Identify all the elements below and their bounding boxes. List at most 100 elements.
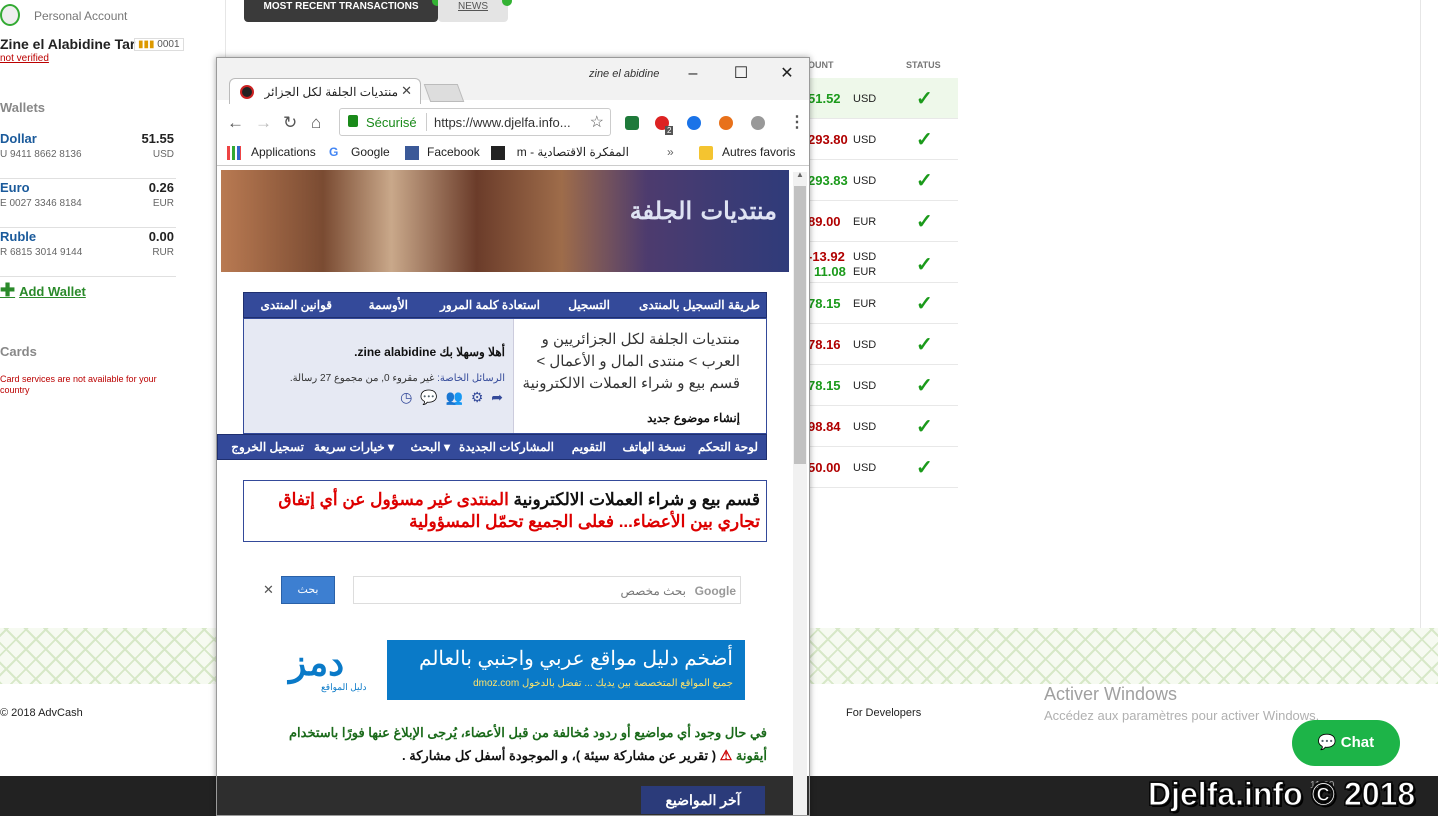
transaction-row[interactable]: 78.15 USD ✓ bbox=[808, 365, 958, 406]
transaction-currency-secondary: EUR bbox=[853, 266, 877, 278]
bookmark-google[interactable]: Google bbox=[351, 145, 390, 159]
transaction-row[interactable]: 98.84 USD ✓ bbox=[808, 406, 958, 447]
wallet-euro[interactable]: Euro E 0027 3346 8184 0.26 EUR bbox=[0, 180, 176, 228]
transaction-amount: 293.83 bbox=[808, 173, 848, 188]
new-tab-button[interactable] bbox=[423, 84, 465, 102]
wallet-name[interactable]: Euro bbox=[0, 180, 30, 195]
forward-arrow-icon[interactable]: → bbox=[255, 113, 272, 133]
wallet-dollar[interactable]: Dollar U 9411 8662 8136 51.55 USD bbox=[0, 131, 176, 179]
bookmark-other-favorites[interactable]: Autres favoris bbox=[722, 145, 795, 159]
transaction-amount: 78.15 bbox=[808, 378, 841, 393]
column-header-amount[interactable]: OUNT bbox=[808, 60, 834, 70]
transaction-row[interactable]: -13.92 USD 11.08 EUR ✓ bbox=[808, 242, 958, 283]
menu-new-posts[interactable]: المشاركات الجديدة bbox=[459, 440, 554, 454]
scroll-up-icon[interactable]: ▲ bbox=[796, 170, 804, 179]
menu-quick-options[interactable]: خيارات سريعة ▾ bbox=[314, 440, 394, 454]
account-id-badge: ▮▮▮ 0001 bbox=[134, 38, 184, 51]
verification-status-link[interactable]: not verified bbox=[0, 53, 49, 64]
transaction-amount: 50.00 bbox=[808, 460, 841, 475]
transaction-amount: 78.16 bbox=[808, 337, 841, 352]
latest-topics-heading[interactable]: آخر المواضيع bbox=[641, 786, 765, 814]
reload-icon[interactable]: ↻ bbox=[283, 113, 297, 133]
check-icon: ✓ bbox=[916, 211, 933, 233]
add-wallet-link[interactable]: ✚ Add Wallet bbox=[0, 280, 86, 301]
transaction-currency: USD bbox=[853, 339, 877, 351]
tab-recent-transactions[interactable]: MOST RECENT TRANSACTIONS bbox=[244, 0, 438, 22]
breadcrumb[interactable]: منتديات الجلفة لكل الجزائريين و العرب > … bbox=[510, 329, 740, 395]
menu-recover-password[interactable]: استعادة كلمة المرور bbox=[440, 298, 540, 312]
minimize-icon[interactable]: – bbox=[683, 64, 703, 84]
maximize-icon[interactable]: ☐ bbox=[731, 64, 751, 84]
browser-window: zine el abidine – ☐ ✕ منتديات الجلفة لكل… bbox=[216, 57, 810, 816]
dmoz-ad-banner[interactable]: دمز دليل المواقع أضخم دليل مواقع عربي وا… bbox=[277, 640, 745, 700]
investing-icon bbox=[491, 146, 505, 160]
menu-search[interactable]: البحث ▾ bbox=[411, 440, 451, 454]
wallet-account: U 9411 8662 8136 bbox=[0, 149, 82, 160]
wallet-name[interactable]: Dollar bbox=[0, 131, 37, 146]
transaction-row[interactable]: 293.83 USD ✓ bbox=[808, 160, 958, 201]
check-icon: ✓ bbox=[916, 129, 933, 151]
search-placeholder: بحث مخصص bbox=[620, 584, 686, 598]
tab-close-icon[interactable]: ✕ bbox=[401, 83, 412, 99]
transaction-currency: EUR bbox=[853, 216, 877, 228]
bookmark-star-icon[interactable]: ☆ bbox=[590, 112, 604, 132]
menu-registration-method[interactable]: طريقة التسجيل بالمنتدى bbox=[639, 298, 760, 312]
menu-logout[interactable]: تسجيل الخروج bbox=[231, 440, 304, 454]
new-topic-button[interactable]: إنشاء موضوع جديد bbox=[647, 411, 740, 425]
transaction-row[interactable]: 293.80 USD ✓ bbox=[808, 119, 958, 160]
extension-plus-icon[interactable] bbox=[687, 116, 701, 130]
back-arrow-icon[interactable]: ← bbox=[227, 113, 244, 133]
close-icon[interactable]: ✕ bbox=[777, 64, 797, 84]
transaction-row[interactable]: 78.15 EUR ✓ bbox=[808, 283, 958, 324]
chat-button[interactable]: 💬 Chat bbox=[1292, 720, 1400, 766]
search-input[interactable]: Google بحث مخصص bbox=[353, 576, 741, 604]
url-text[interactable]: https://www.djelfa.info... bbox=[434, 115, 571, 130]
wallet-balance: 51.55 bbox=[141, 131, 174, 146]
menu-calendar[interactable]: التقويم bbox=[572, 440, 606, 454]
chrome-menu-icon[interactable]: ⋮ bbox=[789, 112, 805, 132]
wallet-account: E 0027 3346 8184 bbox=[0, 198, 82, 209]
wallet-ruble[interactable]: Ruble R 6815 3014 9144 0.00 RUR bbox=[0, 229, 176, 277]
browser-tab[interactable]: منتديات الجلفة لكل الجزائر ✕ bbox=[229, 78, 421, 104]
bookmark-facebook[interactable]: Facebook bbox=[427, 145, 480, 159]
more-bookmarks-icon[interactable]: » bbox=[667, 145, 674, 159]
home-icon[interactable]: ⌂ bbox=[311, 113, 321, 133]
address-bar[interactable]: Sécurisé https://www.djelfa.info... ☆ bbox=[339, 108, 611, 136]
transaction-row[interactable]: 89.00 EUR ✓ bbox=[808, 201, 958, 242]
forum-banner[interactable]: منتديات الجلفة bbox=[221, 170, 789, 272]
column-header-status[interactable]: STATUS bbox=[906, 60, 941, 70]
ad-subline: جميع المواقع المتخصصة بين يديك ... تفضل … bbox=[473, 678, 733, 689]
transaction-row[interactable]: 78.16 USD ✓ bbox=[808, 324, 958, 365]
transaction-row[interactable]: 50.00 USD ✓ bbox=[808, 447, 958, 488]
cards-heading: Cards bbox=[0, 344, 37, 359]
google-search-logo: Google bbox=[694, 584, 736, 598]
search-button[interactable]: بحث bbox=[281, 576, 335, 604]
transaction-row[interactable]: 51.52 USD ✓ bbox=[808, 78, 958, 119]
private-messages[interactable]: الرسائل الخاصة: غير مقروء 0, من مجموع 27… bbox=[290, 373, 505, 384]
menu-control-panel[interactable]: لوحة التحكم bbox=[698, 440, 758, 454]
search-clear-icon[interactable]: ✕ bbox=[263, 582, 274, 598]
user-tools-icons[interactable]: ◷ 💬 👥 ⚙ ➦ bbox=[400, 389, 505, 406]
scrollbar-thumb[interactable] bbox=[794, 186, 806, 464]
bookmark-economic[interactable]: المفكرة الاقتصادية - m bbox=[513, 145, 629, 159]
extension-gray-icon[interactable] bbox=[751, 116, 765, 130]
extension-orange-icon[interactable] bbox=[719, 116, 733, 130]
ad-headline: أضخم دليل مواقع عربي واجنبي بالعالم bbox=[419, 648, 733, 670]
watermark: Djelfa.info © 2018 bbox=[1147, 776, 1416, 813]
security-label: Sécurisé bbox=[366, 115, 417, 130]
tab-news[interactable]: NEWS bbox=[438, 0, 508, 22]
footer-developers-link[interactable]: For Developers bbox=[846, 707, 921, 719]
menu-mobile-version[interactable]: نسخة الهاتف bbox=[623, 440, 687, 454]
menu-medals[interactable]: الأوسمة bbox=[369, 298, 408, 312]
extension-shield-icon[interactable] bbox=[625, 116, 639, 130]
wallet-name[interactable]: Ruble bbox=[0, 229, 36, 244]
tab-indicator-icon bbox=[502, 0, 512, 6]
bookmarks-bar: Applications G Google Facebook المفكرة ا… bbox=[217, 140, 809, 166]
apps-grid-icon[interactable] bbox=[227, 146, 241, 160]
report-warning: في حال وجود أي مواضيع أو ردود مُخالفة من… bbox=[267, 722, 767, 767]
menu-forum-rules[interactable]: قوانين المنتدى bbox=[260, 298, 332, 312]
menu-register[interactable]: التسجيل bbox=[568, 298, 610, 312]
bookmark-applications[interactable]: Applications bbox=[251, 145, 316, 159]
wallet-currency: USD bbox=[152, 149, 174, 160]
transaction-currency: USD bbox=[853, 251, 877, 263]
